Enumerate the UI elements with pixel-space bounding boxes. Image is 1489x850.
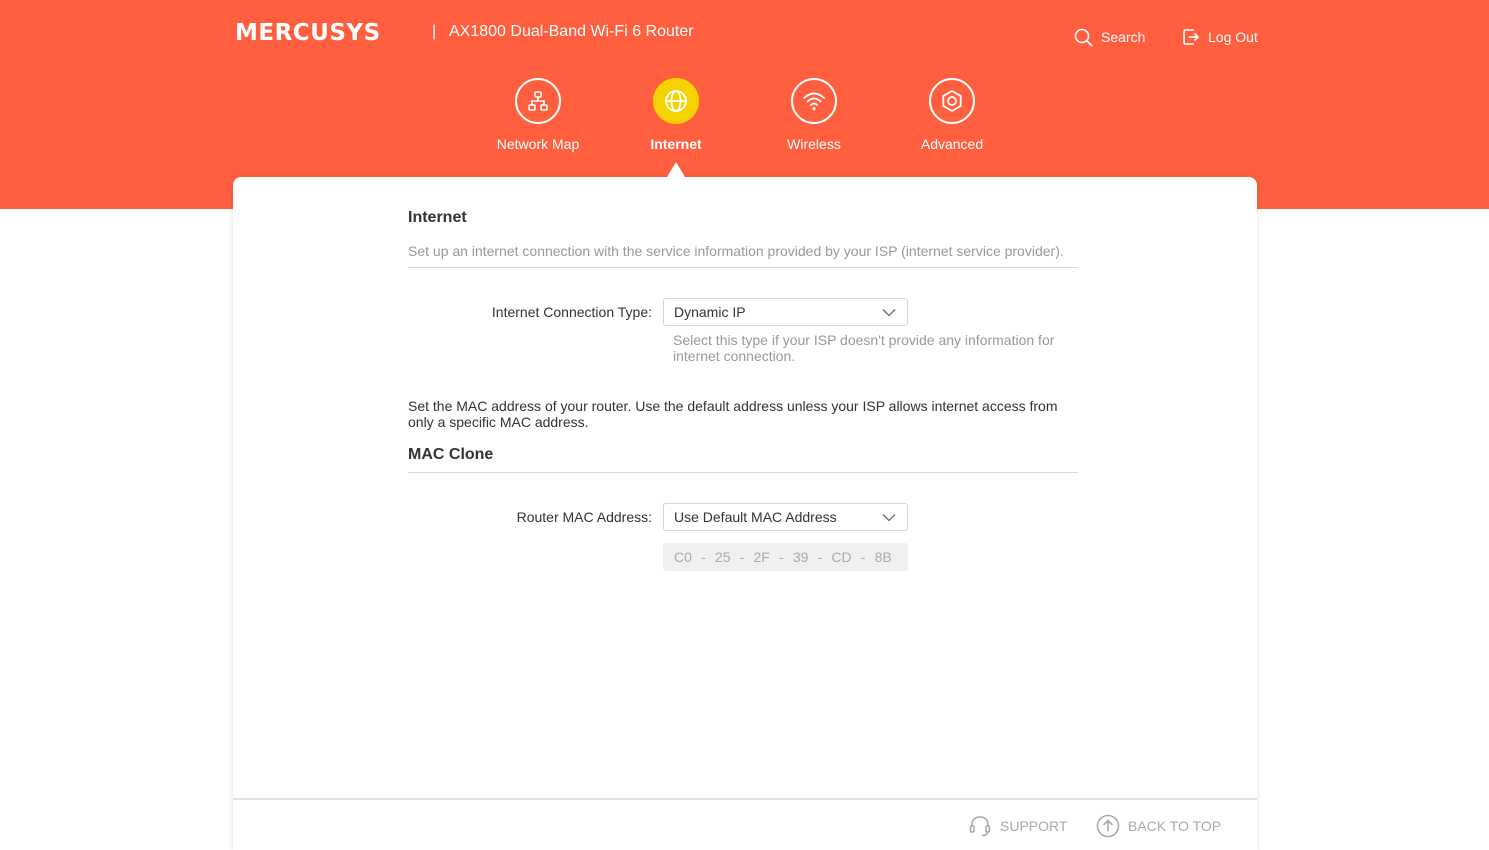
connection-type-value: Dynamic IP [674,304,746,320]
chevron-down-icon [882,513,896,522]
mac-separator: - [778,549,784,565]
nav-icon-circle [653,78,699,124]
logout-icon [1183,29,1200,45]
section-divider [408,267,1078,268]
nav-label: Internet [650,136,702,152]
mac-clone-intro: Set the MAC address of your router. Use … [408,398,1058,430]
mac-clone-section-title: MAC Clone [408,446,494,463]
back-to-top-label: BACK TO TOP [1128,818,1222,834]
nav-network-map[interactable]: Network Map [478,78,598,153]
nav-internet[interactable]: Internet [616,78,736,153]
connection-type-label: Internet Connection Type: [491,304,652,320]
nav-label: Network Map [496,136,580,152]
arrow-up-circle-icon [1096,814,1120,838]
connection-type-hint: Select this type if your ISP doesn't pro… [673,332,1055,364]
mac-octet: 25 [714,549,731,565]
mac-octet: 39 [792,549,809,565]
search-button[interactable]: Search [1074,27,1145,47]
mac-separator: - [701,549,706,565]
mac-address-field: C0 - 25 - 2F - 39 - CD - 8B [663,543,908,571]
section-divider [408,472,1078,473]
router-mac-select[interactable]: Use Default MAC Address [663,503,908,531]
network-map-icon [528,91,548,111]
nav-icon-circle [929,78,975,124]
mac-octet: C0 [674,549,692,565]
search-icon [1074,28,1093,46]
active-nav-pointer [667,162,685,177]
globe-icon [665,90,687,112]
mac-separator: - [739,549,745,565]
nav-label: Advanced [920,136,984,152]
mac-separator: - [817,549,823,565]
nav-advanced[interactable]: Advanced [892,78,1012,153]
mac-octet: 2F [753,549,770,565]
internet-section-description: Set up an internet connection with the s… [408,243,1064,259]
header-separator: | [432,23,437,40]
mac-separator: - [860,549,866,565]
headset-icon [969,816,991,837]
support-link[interactable]: SUPPORT [968,813,1067,839]
mac-octet: 8B [874,549,892,565]
mac-octet: CD [831,549,852,565]
internet-section-title: Internet [408,209,467,226]
nav-icon-circle [791,78,837,124]
back-to-top-link[interactable]: BACK TO TOP [1096,813,1221,839]
router-mac-select-value: Use Default MAC Address [674,509,837,525]
footer-divider [233,798,1257,800]
connection-type-select[interactable]: Dynamic IP [663,298,908,326]
nav-label: Wireless [787,136,841,152]
support-label: SUPPORT [1000,818,1068,834]
chevron-down-icon [882,308,896,317]
brand-logo: MERCUSYS [235,20,381,46]
product-name: AX1800 Dual-Band Wi-Fi 6 Router [449,23,694,40]
nav-wireless[interactable]: Wireless [754,78,874,153]
gear-icon [942,90,962,112]
wifi-icon [803,92,825,111]
nav-icon-circle [515,78,561,124]
logout-label: Log Out [1208,29,1258,45]
search-label: Search [1101,29,1146,45]
logout-button[interactable]: Log Out [1182,27,1258,47]
router-mac-label: Router MAC Address: [516,509,652,525]
